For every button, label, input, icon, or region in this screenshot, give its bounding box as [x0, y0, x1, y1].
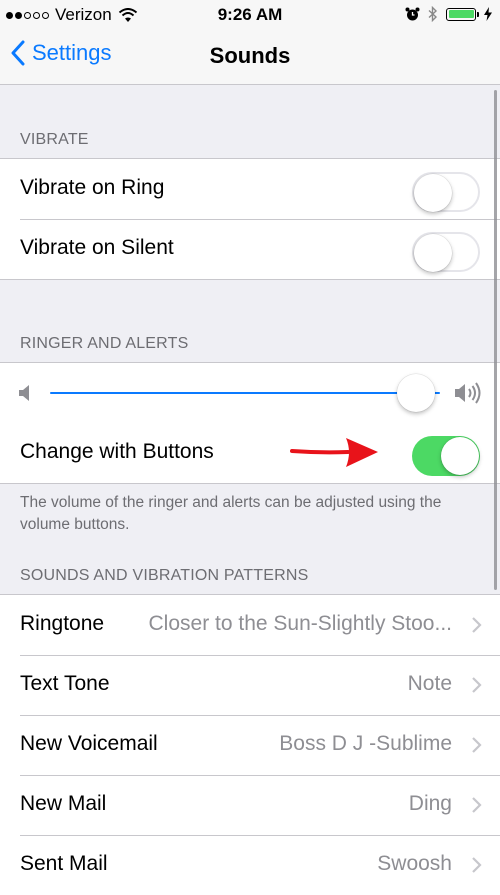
- chevron-right-icon: [472, 857, 482, 873]
- new-voicemail-value: Boss D J -Sublime: [279, 732, 452, 755]
- vibrate-on-ring-row: Vibrate on Ring: [0, 159, 500, 219]
- ringtone-row[interactable]: Ringtone Closer to the Sun-Slightly Stoo…: [0, 595, 500, 655]
- chevron-right-icon: [472, 797, 482, 813]
- volume-high-icon: [455, 382, 481, 404]
- vibrate-group: Vibrate on Ring Vibrate on Silent: [0, 158, 500, 280]
- ringer-volume-slider[interactable]: [0, 363, 500, 423]
- slider-track: [50, 392, 440, 394]
- section-header-patterns: SOUNDS AND VIBRATION PATTERNS: [20, 567, 309, 584]
- vibrate-on-ring-switch[interactable]: [412, 172, 480, 212]
- vibrate-on-silent-switch[interactable]: [412, 232, 480, 272]
- vibrate-on-silent-row: Vibrate on Silent: [0, 219, 500, 279]
- sent-mail-label: Sent Mail: [20, 852, 108, 875]
- ringer-group: Change with Buttons: [0, 362, 500, 484]
- change-with-buttons-row: Change with Buttons: [0, 423, 500, 483]
- new-voicemail-row[interactable]: New Voicemail Boss D J -Sublime: [0, 715, 500, 775]
- text-tone-row[interactable]: Text Tone Note: [0, 655, 500, 715]
- status-right: [405, 6, 492, 22]
- chevron-right-icon: [472, 737, 482, 753]
- navigation-bar: Settings Sounds: [0, 30, 500, 85]
- ringtone-value: Closer to the Sun-Slightly Stoo...: [148, 612, 453, 635]
- vibrate-on-ring-label: Vibrate on Ring: [20, 176, 165, 199]
- annotation-arrow-icon: [290, 438, 378, 467]
- text-tone-label: Text Tone: [20, 672, 110, 695]
- battery-icon: [446, 7, 479, 21]
- status-bar: Verizon 9:26 AM: [0, 0, 500, 30]
- scroll-indicator[interactable]: [494, 90, 497, 590]
- new-mail-value: Ding: [408, 792, 452, 815]
- change-with-buttons-label: Change with Buttons: [20, 440, 214, 463]
- charging-icon: [484, 7, 492, 21]
- sent-mail-row[interactable]: Sent Mail Swoosh: [0, 835, 500, 895]
- patterns-group: Ringtone Closer to the Sun-Slightly Stoo…: [0, 594, 500, 895]
- text-tone-value: Note: [407, 672, 452, 695]
- new-mail-label: New Mail: [20, 792, 107, 815]
- ringer-footer-text: The volume of the ringer and alerts can …: [20, 494, 442, 533]
- section-header-ringer: RINGER AND ALERTS: [20, 335, 189, 352]
- page-title: Sounds: [209, 43, 291, 68]
- new-mail-row[interactable]: New Mail Ding: [0, 775, 500, 835]
- sent-mail-value: Swoosh: [377, 852, 452, 875]
- chevron-right-icon: [472, 677, 482, 693]
- new-voicemail-label: New Voicemail: [20, 732, 158, 755]
- slider-thumb[interactable]: [397, 374, 435, 412]
- alarm-icon: [405, 7, 420, 20]
- chevron-right-icon: [472, 617, 482, 633]
- ringtone-label: Ringtone: [20, 612, 105, 635]
- section-header-vibrate: VIBRATE: [20, 131, 89, 148]
- vibrate-on-silent-label: Vibrate on Silent: [20, 236, 174, 259]
- volume-low-icon: [19, 385, 29, 401]
- bluetooth-icon: [428, 6, 438, 22]
- change-with-buttons-switch[interactable]: [412, 436, 480, 476]
